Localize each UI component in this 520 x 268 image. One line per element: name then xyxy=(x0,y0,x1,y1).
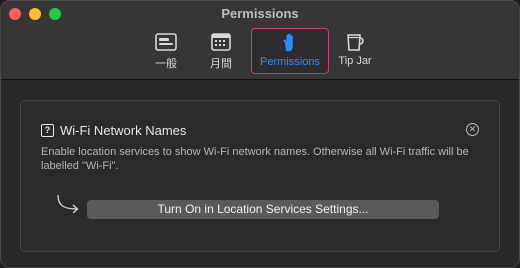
close-icon[interactable]: ✕ xyxy=(466,123,479,136)
curved-arrow-icon xyxy=(57,194,79,214)
tab-label: Permissions xyxy=(260,56,320,68)
tab-monthly[interactable]: 月間 xyxy=(199,28,243,72)
title-bar: Permissions 一般 月間 Permissions Tip Jar xyxy=(1,1,519,80)
enable-location-services-button[interactable]: Turn On in Location Services Settings... xyxy=(87,200,439,219)
preferences-window: Permissions 一般 月間 Permissions Tip Jar ? … xyxy=(0,0,520,268)
calendar-icon xyxy=(211,33,231,51)
general-icon xyxy=(155,33,177,51)
tab-general[interactable]: 一般 xyxy=(144,28,188,72)
hand-icon xyxy=(283,33,293,51)
tab-label: 一般 xyxy=(155,58,177,70)
tab-label: Tip Jar xyxy=(338,55,372,67)
tab-tip-jar[interactable]: Tip Jar xyxy=(334,28,376,72)
wifi-names-card: ? Wi-Fi Network Names ✕ Enable location … xyxy=(20,100,500,252)
card-title-text: Wi-Fi Network Names xyxy=(60,123,187,138)
tab-label: 月間 xyxy=(210,58,232,70)
question-icon: ? xyxy=(41,124,54,137)
tab-permissions[interactable]: Permissions xyxy=(251,28,329,74)
mug-icon xyxy=(347,34,364,51)
window-title: Permissions xyxy=(221,6,299,21)
card-description: Enable location services to show Wi-Fi n… xyxy=(41,146,469,172)
card-title: ? Wi-Fi Network Names xyxy=(41,123,186,138)
